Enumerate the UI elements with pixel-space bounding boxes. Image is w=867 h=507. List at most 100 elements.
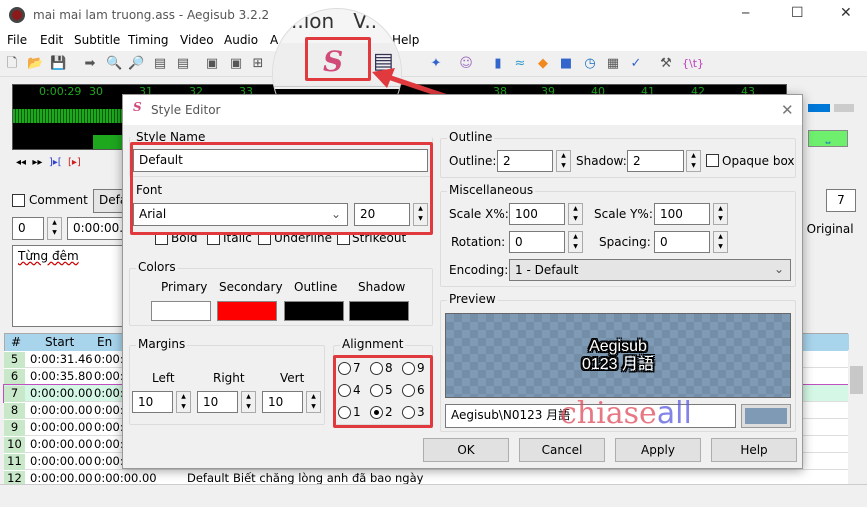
prev-icon[interactable]: ◂◂	[16, 157, 26, 168]
dialog-close-button[interactable]: ✕	[781, 101, 794, 119]
rotation-spinner[interactable]: ▲ ▼	[568, 231, 583, 253]
margin-vert-label: Vert	[280, 371, 305, 385]
dialog-title-bar: S Style Editor ✕	[123, 95, 802, 125]
audio-controls: ◂◂ ▸▸ ]▸[ [▸]	[16, 157, 81, 168]
resample-icon[interactable]: ■	[558, 56, 574, 72]
margin-field[interactable]: 7	[826, 189, 856, 212]
scale-y-spinner[interactable]: ▲ ▼	[713, 203, 728, 225]
menu-audio[interactable]: Audio	[224, 33, 258, 47]
help-button[interactable]: Help	[711, 438, 797, 462]
aegisub-logo-icon	[9, 7, 25, 23]
alignment-highlight	[333, 355, 433, 428]
preview-canvas: Aegisub 0123 月語	[445, 313, 791, 398]
margin-right-field[interactable]: 10	[197, 391, 238, 413]
encoding-select[interactable]: 1 - Default ⌄	[509, 259, 791, 281]
subtitle-text-area[interactable]: Từng đêm	[12, 245, 127, 327]
row-end: 0:00:	[94, 386, 124, 400]
row-end: 0:00:	[94, 454, 124, 468]
watermark: chiaseall	[560, 396, 692, 431]
snap-end-icon[interactable]: ▣	[228, 56, 244, 72]
spacing-field[interactable]: 0	[654, 231, 710, 253]
menu-file[interactable]: File	[7, 33, 27, 47]
preview-background-color-button[interactable]	[741, 404, 791, 428]
outline-field[interactable]: 2	[497, 150, 553, 172]
tick: 0:00:29	[39, 85, 82, 98]
start-time-field[interactable]: 0:00:00.00	[67, 217, 127, 240]
open-folder-icon[interactable]: 📂	[27, 56, 43, 72]
shadow-field[interactable]: 2	[627, 150, 684, 172]
comment-checkbox[interactable]	[12, 194, 25, 207]
find-replace-icon[interactable]: ▦	[605, 56, 621, 72]
secondary-color-button[interactable]	[217, 301, 277, 321]
volume-slider[interactable]	[808, 104, 830, 112]
scrollbar-thumb[interactable]	[850, 366, 863, 394]
next-icon[interactable]: ▸▸	[32, 157, 42, 168]
rotation-field[interactable]: 0	[509, 231, 565, 253]
tags-icon[interactable]: {\t}	[682, 56, 704, 72]
margin-left-spinner[interactable]: ▲ ▼	[176, 391, 191, 413]
spellcheck-icon[interactable]: ✓	[628, 56, 644, 72]
shadow-spinner[interactable]: ▲ ▼	[686, 150, 701, 172]
jump-end-icon[interactable]: ▤	[175, 56, 191, 72]
grid-scrollbar[interactable]	[848, 350, 865, 481]
colors-label: Colors	[136, 260, 178, 274]
tools-icon[interactable]: ⚒	[658, 56, 674, 72]
clock-icon[interactable]: ◷	[582, 56, 598, 72]
encoding-label: Encoding:	[449, 263, 509, 277]
play-selection-icon[interactable]: ]▸[	[49, 157, 62, 168]
menu-video[interactable]: Video	[180, 33, 214, 47]
primary-color-button[interactable]	[151, 301, 211, 321]
scale-y-label: Scale Y%:	[594, 207, 653, 221]
window-title: mai mai lam truong.ass - Aegisub 3.2.2	[33, 8, 270, 22]
maximize-button[interactable]: ☐	[791, 5, 804, 21]
outline-color-button[interactable]	[284, 301, 344, 321]
apply-button[interactable]: Apply	[615, 438, 701, 462]
layer-field[interactable]: 0	[12, 217, 44, 240]
spacing-spinner[interactable]: ▲ ▼	[713, 231, 728, 253]
scale-x-spinner[interactable]: ▲ ▼	[568, 203, 583, 225]
scale-x-field[interactable]: 100	[509, 203, 565, 225]
save-icon[interactable]: 💾	[50, 56, 66, 72]
watermark-part-1: chiase	[560, 396, 657, 431]
encoding-value: 1 - Default	[515, 263, 579, 277]
zoom-in-icon[interactable]: 🔍	[106, 56, 122, 72]
zoom-out-icon[interactable]: 🔎	[128, 56, 144, 72]
preview-line-1: Aegisub	[589, 338, 647, 355]
audio-commit-button[interactable]: ⎵	[808, 130, 848, 147]
jump-start-icon[interactable]: ▤	[152, 56, 168, 72]
outline-color-label: Outline	[294, 280, 338, 294]
ok-button[interactable]: OK	[423, 438, 509, 462]
cancel-button[interactable]: Cancel	[519, 438, 605, 462]
shadow-label: Shadow:	[576, 154, 627, 168]
margin-left-field[interactable]: 10	[132, 391, 173, 413]
jump-icon[interactable]: ➡	[82, 56, 98, 72]
opaque-box-checkbox[interactable]	[706, 154, 719, 167]
row-number: 10	[4, 437, 25, 453]
minimize-button[interactable]: ─	[742, 6, 749, 20]
margin-left-label: Left	[152, 371, 175, 385]
zoom-slider[interactable]	[834, 104, 854, 112]
primary-label: Primary	[161, 280, 208, 294]
margin-right-spinner[interactable]: ▲ ▼	[241, 391, 256, 413]
menu-timing[interactable]: Timing	[128, 33, 169, 47]
play-line-icon[interactable]: [▸]	[68, 157, 81, 168]
snap-start-icon[interactable]: ▣	[204, 56, 220, 72]
dialog-title: Style Editor	[151, 103, 221, 117]
shadow-color-button[interactable]	[349, 301, 409, 321]
keyframe-icon[interactable]: ⊞	[250, 56, 266, 72]
new-file-icon[interactable]: 🗋	[4, 56, 20, 72]
menu-subtitle[interactable]: Subtitle	[74, 33, 120, 47]
close-button[interactable]: ✕	[840, 5, 852, 21]
menu-edit[interactable]: Edit	[40, 33, 63, 47]
outline-spinner[interactable]: ▲ ▼	[556, 150, 571, 172]
row-number: 7	[4, 386, 25, 402]
scale-y-field[interactable]: 100	[654, 203, 710, 225]
margin-vert-field[interactable]: 10	[262, 391, 303, 413]
row-text: Biết chăng lòng anh đã bao ngày	[233, 471, 424, 485]
layer-spinner[interactable]: ▲ ▼	[47, 217, 62, 240]
shadow-color-label: Shadow	[358, 280, 406, 294]
alignment-label: Alignment	[340, 337, 406, 351]
watermark-part-2: all	[656, 396, 692, 431]
margin-vert-spinner[interactable]: ▲ ▼	[306, 391, 321, 413]
row-number: 11	[4, 454, 25, 470]
